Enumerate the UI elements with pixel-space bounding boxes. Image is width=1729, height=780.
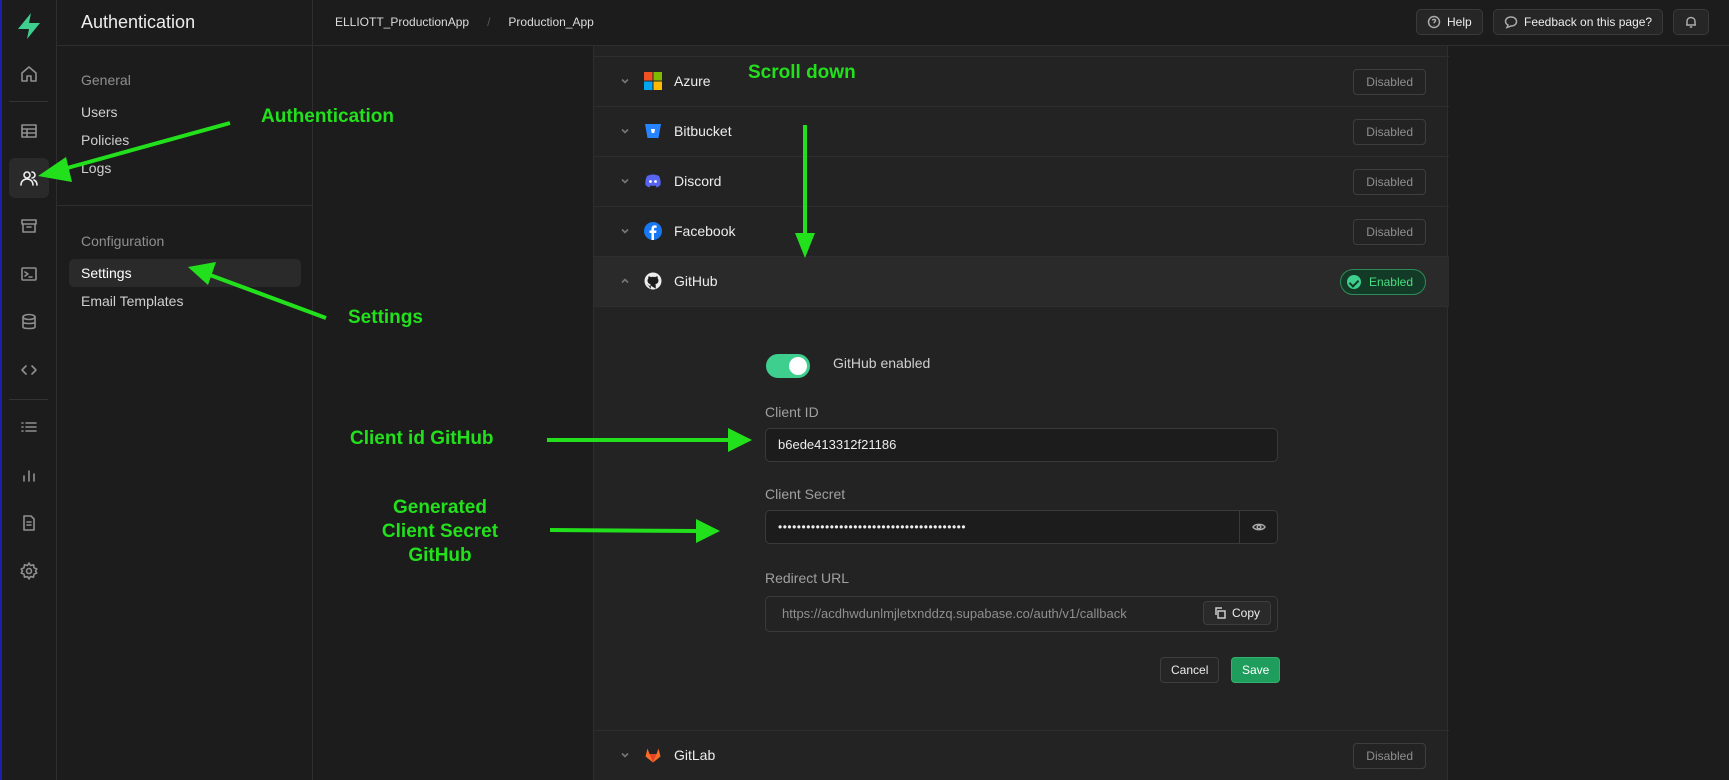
rail-divider	[9, 101, 48, 102]
icon-rail	[0, 0, 57, 780]
client-id-value: b6ede413312f21186	[778, 437, 897, 452]
status-badge-label: Enabled	[1368, 275, 1413, 289]
provider-name: Discord	[674, 173, 722, 189]
auth-sidebar: General Users Policies Logs Configuratio…	[57, 46, 313, 780]
chevron-down-icon	[621, 228, 629, 234]
chevron-down-icon	[621, 178, 629, 184]
chevron-down-icon	[621, 128, 629, 134]
annotation-client-id: Client id GitHub	[350, 428, 494, 449]
topbar-divider	[312, 0, 313, 46]
provider-row-discord[interactable]: Discord Disabled	[594, 157, 1449, 207]
annotation-settings: Settings	[348, 307, 423, 328]
eye-icon	[1251, 523, 1266, 531]
logs-list-icon[interactable]	[9, 407, 49, 447]
app-window: Authentication ELLIOTT_ProductionApp / P…	[0, 0, 1729, 780]
feedback-button[interactable]: Feedback on this page?	[1493, 9, 1664, 35]
gitlab-icon	[645, 748, 661, 763]
copy-button[interactable]: Copy	[1202, 601, 1271, 625]
client-id-input[interactable]: b6ede413312f21186	[765, 428, 1278, 462]
code-icon[interactable]	[9, 350, 49, 390]
sidebar-heading-configuration: Configuration	[81, 233, 165, 249]
storage-icon[interactable]	[9, 206, 49, 246]
chat-bubble-icon	[1504, 16, 1518, 29]
page-title: Authentication	[81, 12, 196, 32]
reveal-secret-button[interactable]	[1239, 511, 1277, 543]
provider-name: GitLab	[674, 747, 716, 763]
breadcrumb-org[interactable]: ELLIOTT_ProductionApp	[335, 15, 469, 29]
notifications-button[interactable]	[1673, 9, 1709, 35]
client-secret-label: Client Secret	[765, 486, 846, 502]
breadcrumb-separator: /	[487, 15, 491, 29]
provider-row-bitbucket[interactable]: Bitbucket Disabled	[594, 107, 1449, 157]
client-id-label: Client ID	[765, 404, 819, 420]
sidebar-item-users[interactable]: Users	[81, 104, 118, 120]
copy-icon	[1215, 607, 1226, 619]
sidebar-divider	[57, 205, 313, 206]
azure-icon	[644, 72, 662, 90]
annotation-scroll-down: Scroll down	[748, 62, 856, 83]
feedback-label: Feedback on this page?	[1524, 15, 1653, 29]
sidebar-item-email-templates[interactable]: Email Templates	[81, 293, 183, 309]
bitbucket-icon	[645, 124, 661, 138]
redirect-url-value: https://acdhwdunlmjletxnddzq.supabase.co…	[782, 606, 1127, 621]
client-secret-input[interactable]: ••••••••••••••••••••••••••••••••••••••••	[765, 510, 1278, 544]
annotation-line: Generated	[393, 497, 487, 518]
help-label: Help	[1447, 15, 1472, 29]
sidebar-item-logs[interactable]: Logs	[81, 160, 111, 176]
breadcrumb-project[interactable]: Production_App	[508, 15, 593, 29]
provider-row-github[interactable]: GitHub Enabled	[594, 257, 1449, 307]
database-icon[interactable]	[9, 302, 49, 342]
chevron-down-icon	[621, 78, 629, 84]
sql-terminal-icon[interactable]	[9, 254, 49, 294]
status-badge: Disabled	[1353, 69, 1426, 95]
users-icon[interactable]	[9, 158, 49, 198]
check-circle-icon	[1346, 275, 1361, 289]
annotation-authentication: Authentication	[261, 106, 394, 127]
provider-name: Bitbucket	[674, 123, 732, 139]
chevron-up-icon	[621, 278, 629, 284]
annotation-client-secret: Generated Client Secret GitHub	[370, 496, 510, 568]
top-bar: Authentication ELLIOTT_ProductionApp / P…	[57, 0, 1729, 46]
provider-row-facebook[interactable]: Facebook Disabled	[594, 207, 1449, 257]
docs-icon[interactable]	[9, 503, 49, 543]
github-enabled-toggle[interactable]	[766, 354, 810, 378]
sidebar-item-policies[interactable]: Policies	[81, 132, 129, 148]
help-button[interactable]: Help	[1416, 9, 1483, 35]
status-badge: Disabled	[1353, 119, 1426, 145]
facebook-icon	[644, 222, 662, 240]
annotation-line: GitHub	[408, 545, 472, 566]
sidebar-heading-general: General	[81, 72, 131, 88]
cancel-button[interactable]: Cancel	[1160, 657, 1220, 683]
discord-icon	[645, 174, 661, 188]
copy-label: Copy	[1231, 606, 1260, 620]
provider-name: Azure	[674, 73, 711, 89]
annotation-line: Client Secret	[381, 521, 499, 542]
reports-chart-icon[interactable]	[9, 455, 49, 495]
github-icon	[644, 272, 662, 290]
provider-row-gitlab[interactable]: GitLab Disabled	[594, 730, 1449, 780]
toggle-label: GitHub enabled	[833, 355, 931, 371]
sidebar-item-settings[interactable]: Settings	[81, 265, 132, 281]
redirect-url-label: Redirect URL	[765, 570, 850, 586]
provider-name: GitHub	[674, 273, 718, 289]
provider-row-azure[interactable]: Azure Disabled	[594, 57, 1449, 107]
status-badge-enabled: Enabled	[1339, 269, 1426, 295]
bell-icon	[1686, 16, 1696, 28]
status-badge: Disabled	[1353, 169, 1426, 195]
providers-panel: Azure Disabled Bitbucket Disabled Discor…	[593, 46, 1449, 780]
save-button[interactable]: Save	[1231, 657, 1281, 683]
table-editor-icon[interactable]	[9, 111, 49, 151]
home-icon[interactable]	[9, 54, 49, 94]
status-badge: Disabled	[1353, 743, 1426, 769]
redirect-url-input[interactable]: https://acdhwdunlmjletxnddzq.supabase.co…	[765, 596, 1278, 632]
rail-divider	[9, 399, 48, 400]
client-secret-value: ••••••••••••••••••••••••••••••••••••••••	[778, 520, 967, 534]
breadcrumb: ELLIOTT_ProductionApp / Production_App	[335, 15, 594, 29]
supabase-logo-icon[interactable]	[16, 12, 42, 40]
status-badge: Disabled	[1353, 219, 1426, 245]
help-circle-icon	[1427, 15, 1441, 29]
chevron-down-icon	[621, 752, 629, 758]
provider-name: Facebook	[674, 223, 736, 239]
settings-gear-icon[interactable]	[9, 551, 49, 591]
